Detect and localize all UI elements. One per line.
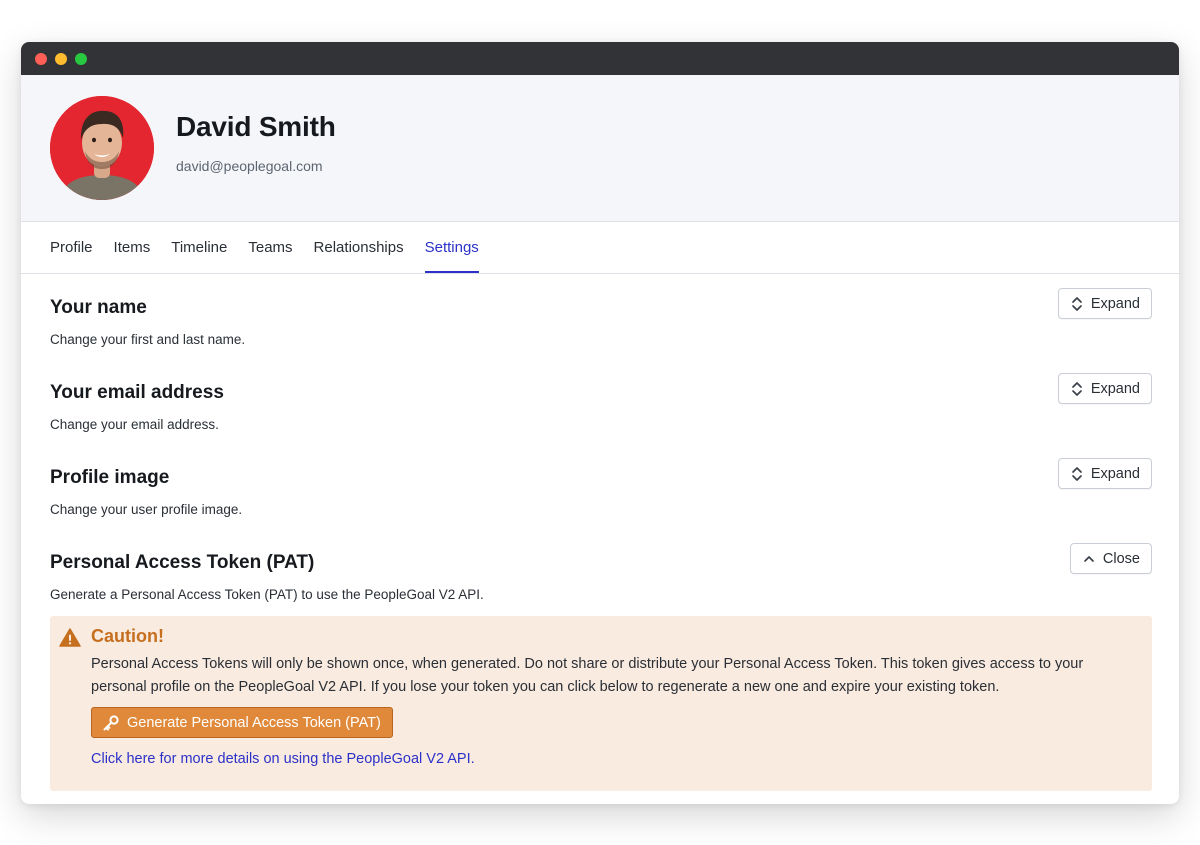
- expand-name-button[interactable]: Expand: [1057, 288, 1152, 319]
- expand-label: Expand: [1090, 465, 1140, 482]
- chevron-up-down-icon: [1071, 466, 1082, 481]
- section-title: Your email address: [50, 382, 224, 403]
- expand-image-button[interactable]: Expand: [1057, 458, 1152, 489]
- section-email-address: Your email address Change your email add…: [50, 373, 1152, 432]
- section-title: Your name: [50, 297, 147, 318]
- chevron-up-down-icon: [1071, 381, 1082, 396]
- caution-title: Caution!: [91, 626, 164, 646]
- tab-teams[interactable]: Teams: [248, 222, 292, 273]
- caution-text: Personal Access Tokens will only be show…: [91, 656, 1084, 695]
- section-personal-access-token: Personal Access Token (PAT) Generate a P…: [50, 543, 1152, 602]
- expand-label: Expand: [1090, 295, 1140, 312]
- generate-pat-button[interactable]: Generate Personal Access Token (PAT): [91, 707, 393, 738]
- app-window: David Smith david@peoplegoal.com Profile…: [21, 42, 1179, 804]
- profile-tabs: Profile Items Timeline Teams Relationshi…: [21, 222, 1179, 274]
- tab-settings[interactable]: Settings: [424, 222, 479, 273]
- tab-relationships[interactable]: Relationships: [314, 222, 404, 273]
- section-description: Change your email address.: [50, 417, 219, 432]
- chevron-up-down-icon: [1071, 296, 1082, 311]
- tab-timeline[interactable]: Timeline: [171, 222, 227, 273]
- caution-alert: Caution! Personal Access Tokens will onl…: [50, 616, 1152, 791]
- user-name: David Smith: [176, 111, 336, 142]
- tab-profile[interactable]: Profile: [50, 222, 93, 273]
- warning-icon: [59, 628, 81, 647]
- profile-header: David Smith david@peoplegoal.com: [21, 75, 1179, 222]
- avatar: [50, 96, 154, 200]
- tab-items[interactable]: Items: [114, 222, 151, 273]
- section-description: Change your first and last name.: [50, 332, 246, 347]
- window-close-button[interactable]: [35, 52, 47, 65]
- title-bar: [21, 42, 1179, 75]
- key-icon: [103, 714, 119, 731]
- section-description: Generate a Personal Access Token (PAT) t…: [50, 587, 484, 602]
- close-pat-button[interactable]: Close: [1069, 543, 1152, 574]
- generate-pat-label: Generate Personal Access Token (PAT): [127, 714, 381, 731]
- section-title: Personal Access Token (PAT): [50, 552, 315, 573]
- api-details-link[interactable]: Click here for more details on using the…: [91, 751, 475, 767]
- close-label: Close: [1102, 550, 1140, 567]
- section-description: Change your user profile image.: [50, 502, 243, 517]
- avatar-image: [50, 96, 154, 200]
- section-profile-image: Profile image Change your user profile i…: [50, 458, 1152, 517]
- section-your-name: Your name Change your first and last nam…: [50, 288, 1152, 347]
- section-title: Profile image: [50, 467, 170, 488]
- chevron-up-icon: [1084, 555, 1094, 562]
- window-minimize-button[interactable]: [55, 52, 67, 65]
- expand-email-button[interactable]: Expand: [1057, 373, 1152, 404]
- window-zoom-button[interactable]: [75, 52, 87, 65]
- user-email: david@peoplegoal.com: [176, 158, 323, 174]
- expand-label: Expand: [1090, 380, 1140, 397]
